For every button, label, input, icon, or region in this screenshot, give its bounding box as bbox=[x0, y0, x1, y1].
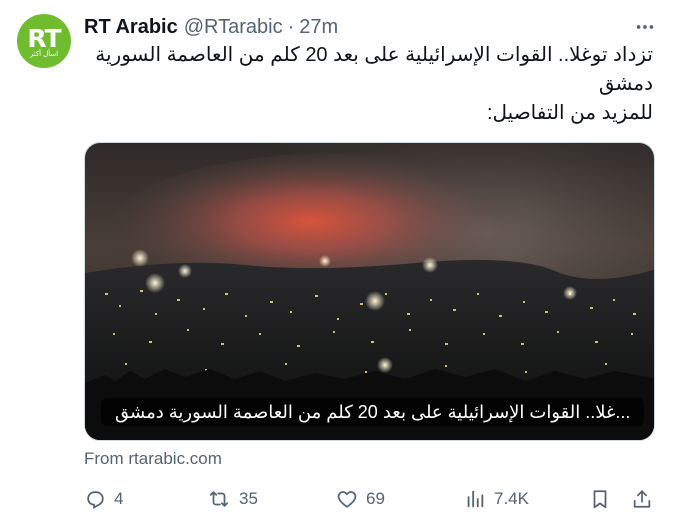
like-button[interactable]: 69 bbox=[336, 486, 385, 512]
bookmark-icon bbox=[593, 490, 607, 509]
repost-count: 35 bbox=[239, 489, 258, 508]
link-source[interactable]: From rtarabic.com bbox=[84, 449, 222, 469]
more-horizontal-icon[interactable] bbox=[632, 14, 658, 40]
tweet-header: RT Arabic @RTarabic · 27m bbox=[84, 14, 338, 40]
repost-icon bbox=[209, 491, 229, 507]
reply-icon bbox=[87, 491, 104, 510]
tweet-text: تزداد توغلا.. القوات الإسرائيلية على بعد… bbox=[83, 41, 653, 128]
night-city-fire-photo bbox=[85, 143, 654, 440]
bookmark-button[interactable] bbox=[589, 486, 611, 512]
action-bar: 4 35 69 7.4K bbox=[84, 486, 660, 512]
like-count: 69 bbox=[366, 489, 385, 508]
link-card-headline[interactable]: ...غلا.. القوات الإسرائيلية على بعد 20 ك… bbox=[101, 398, 645, 426]
tweet-text-line: تزداد توغلا.. القوات الإسرائيلية على بعد… bbox=[95, 44, 653, 66]
tweet-timestamp[interactable]: 27m bbox=[299, 16, 338, 39]
share-button[interactable] bbox=[631, 486, 653, 512]
tweet-text-line: للمزيد من التفاصيل: bbox=[486, 102, 653, 124]
link-card-image[interactable]: ...غلا.. القوات الإسرائيلية على بعد 20 ك… bbox=[84, 142, 655, 441]
tweet[interactable]: RT اسأل أكثر RT Arabic @RTarabic · 27m ت… bbox=[0, 0, 680, 521]
author-name[interactable]: RT Arabic bbox=[84, 16, 178, 39]
heart-icon bbox=[337, 491, 357, 508]
views-count: 7.4K bbox=[494, 489, 529, 508]
repost-button[interactable]: 35 bbox=[207, 486, 258, 512]
rt-logo: RT bbox=[27, 23, 61, 53]
rt-logo-tagline: اسأل أكثر bbox=[29, 50, 59, 58]
header-separator: · bbox=[287, 15, 295, 38]
tweet-text-line: دمشق bbox=[598, 73, 653, 95]
views-button[interactable]: 7.4K bbox=[464, 486, 529, 512]
reply-count: 4 bbox=[114, 489, 124, 508]
share-icon bbox=[633, 490, 651, 508]
reply-button[interactable]: 4 bbox=[84, 486, 123, 512]
views-icon bbox=[467, 490, 484, 508]
author-handle[interactable]: @RTarabic bbox=[184, 16, 283, 39]
avatar[interactable]: RT اسأل أكثر bbox=[17, 14, 71, 68]
